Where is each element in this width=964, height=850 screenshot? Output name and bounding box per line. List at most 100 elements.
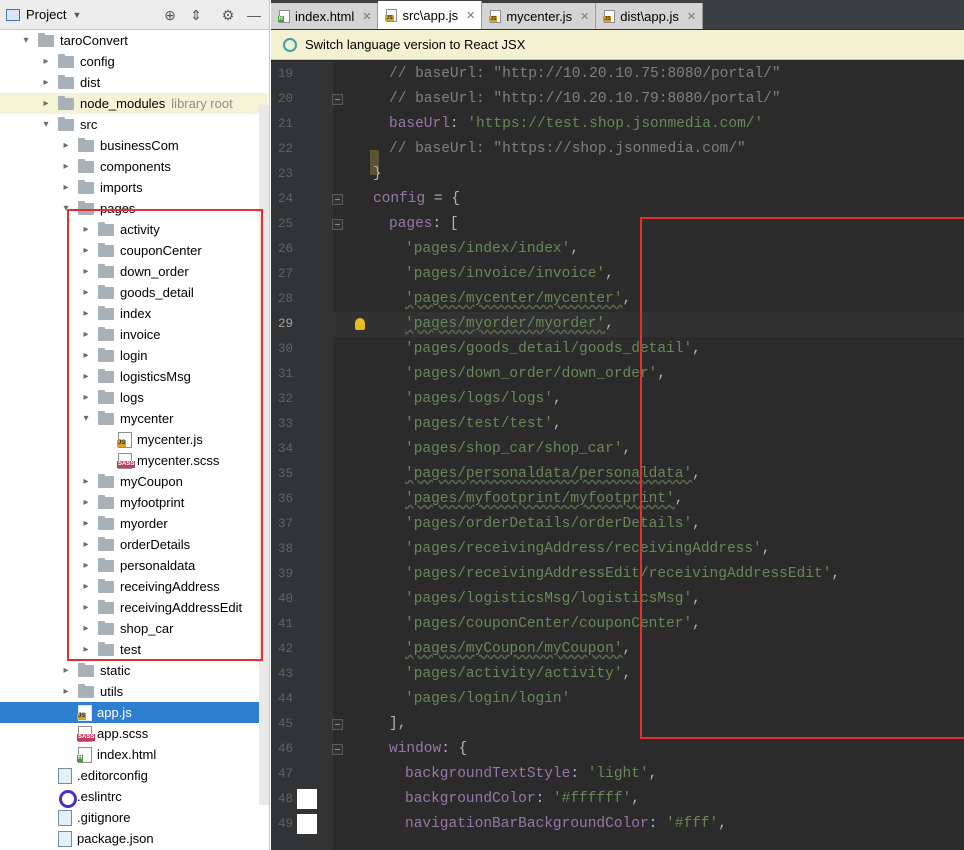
chevron-right-icon[interactable]: ▸ <box>40 56 52 67</box>
chevron-right-icon[interactable]: ▸ <box>60 686 72 697</box>
tree-file[interactable]: Hindex.html <box>0 744 268 765</box>
tree-folder[interactable]: ▸ invoice <box>0 324 268 345</box>
chevron-right-icon[interactable]: ▸ <box>80 560 92 571</box>
code-editor[interactable]: 19 // baseUrl: "http://10.20.10.75:8080/p… <box>271 62 964 850</box>
code-text[interactable]: 'pages/logisticsMsg/logisticsMsg', <box>405 587 701 612</box>
chevron-right-icon[interactable]: ▸ <box>80 224 92 235</box>
collapse-icon[interactable]: ⇕ <box>188 7 204 23</box>
chevron-right-icon[interactable]: ▸ <box>80 350 92 361</box>
editor-tab[interactable]: JS mycenter.js ✕ <box>482 3 597 29</box>
chevron-right-icon[interactable]: ▸ <box>40 77 52 88</box>
tree-folder[interactable]: ▸ shop_car <box>0 618 268 639</box>
chevron-right-icon[interactable]: ▸ <box>80 497 92 508</box>
chevron-right-icon[interactable]: ▸ <box>80 539 92 550</box>
tree-folder[interactable]: ▸ myCoupon <box>0 471 268 492</box>
editor-tab[interactable]: JS src\app.js ✕ <box>378 1 483 29</box>
tree-file[interactable]: SASS mycenter.scss <box>0 450 268 471</box>
code-text[interactable]: 'pages/receivingAddressEdit/receivingAdd… <box>405 562 840 587</box>
chevron-right-icon[interactable]: ▸ <box>80 518 92 529</box>
tree-folder[interactable]: ▾ mycenter <box>0 408 268 429</box>
code-text[interactable]: 'pages/myfootprint/myfootprint', <box>405 487 683 512</box>
code-text[interactable]: } <box>373 162 382 187</box>
tree-file[interactable]: SASS app.scss <box>0 723 268 744</box>
code-text[interactable]: backgroundColor: '#ffffff', <box>405 787 640 812</box>
code-text[interactable]: 'pages/goods_detail/goods_detail', <box>405 337 701 362</box>
code-text[interactable]: backgroundTextStyle: 'light', <box>405 762 657 787</box>
banner-text[interactable]: Switch language version to React JSX <box>305 37 525 52</box>
tree-folder[interactable]: ▸ login <box>0 345 268 366</box>
gear-icon[interactable]: ⚙ <box>220 7 236 23</box>
project-title[interactable]: Project <box>26 7 66 22</box>
tree-folder[interactable]: ▸ goods_detail <box>0 282 268 303</box>
tree-file[interactable]: package.json <box>0 828 268 849</box>
color-swatch-icon[interactable] <box>297 814 317 834</box>
chevron-right-icon[interactable]: ▸ <box>80 287 92 298</box>
close-icon[interactable]: ✕ <box>687 10 696 23</box>
editor-tab[interactable]: JS dist\app.js ✕ <box>596 3 704 29</box>
code-text[interactable]: config = { <box>373 187 460 212</box>
code-text[interactable]: 'pages/down_order/down_order', <box>405 362 666 387</box>
chevron-right-icon[interactable]: ▸ <box>80 266 92 277</box>
code-text[interactable]: 'pages/test/test', <box>405 412 562 437</box>
chevron-down-icon[interactable]: ▾ <box>80 413 92 424</box>
tree-folder[interactable]: ▸ receivingAddress <box>0 576 268 597</box>
code-text[interactable]: window: { <box>389 737 467 762</box>
chevron-right-icon[interactable]: ▸ <box>60 665 72 676</box>
chevron-right-icon[interactable]: ▸ <box>80 581 92 592</box>
tree-folder[interactable]: ▸ imports <box>0 177 268 198</box>
chevron-right-icon[interactable]: ▸ <box>80 308 92 319</box>
chevron-right-icon[interactable]: ▸ <box>80 371 92 382</box>
code-text[interactable]: // baseUrl: "http://10.20.10.79:8080/por… <box>389 87 781 112</box>
tree-file[interactable]: .editorconfig <box>0 765 268 786</box>
close-icon[interactable]: ✕ <box>362 10 371 23</box>
tree-file[interactable]: JS mycenter.js <box>0 429 268 450</box>
code-text[interactable]: navigationBarBackgroundColor: '#fff', <box>405 812 727 837</box>
chevron-right-icon[interactable]: ▸ <box>80 623 92 634</box>
tree-folder[interactable]: ▾ pages <box>0 198 268 219</box>
chevron-right-icon[interactable]: ▸ <box>80 602 92 613</box>
chevron-right-icon[interactable]: ▸ <box>80 644 92 655</box>
code-text[interactable]: pages: [ <box>389 212 459 237</box>
code-text[interactable]: 'pages/myorder/myorder', <box>405 312 614 337</box>
project-scrollbar[interactable] <box>259 105 269 805</box>
target-icon[interactable]: ⊕ <box>162 7 178 23</box>
tree-folder[interactable]: ▸ logisticsMsg <box>0 366 268 387</box>
chevron-down-icon[interactable]: ▾ <box>40 119 52 130</box>
tree-folder[interactable]: ▸ down_order <box>0 261 268 282</box>
tree-file[interactable]: JS app.js <box>0 702 268 723</box>
code-text[interactable]: 'pages/activity/activity', <box>405 662 631 687</box>
close-icon[interactable]: ✕ <box>580 10 589 23</box>
code-text[interactable]: 'pages/myCoupon/myCoupon', <box>405 637 631 662</box>
tree-folder[interactable]: ▾ src <box>0 114 268 135</box>
minimize-icon[interactable]: — <box>246 7 262 23</box>
fold-marker-icon[interactable] <box>332 719 343 730</box>
tree-folder[interactable]: ▸ dist <box>0 72 268 93</box>
color-swatch-icon[interactable] <box>297 789 317 809</box>
tree-folder[interactable]: ▸ components <box>0 156 268 177</box>
chevron-right-icon[interactable]: ▸ <box>40 98 52 109</box>
code-text[interactable]: 'pages/login/login' <box>405 687 570 712</box>
code-text[interactable]: 'pages/receivingAddress/receivingAddress… <box>405 537 770 562</box>
chevron-right-icon[interactable]: ▸ <box>60 161 72 172</box>
chevron-down-icon[interactable]: ▾ <box>60 203 72 214</box>
fold-marker-icon[interactable] <box>332 194 343 205</box>
chevron-down-icon[interactable]: ▾ <box>20 35 32 46</box>
language-banner[interactable]: Switch language version to React JSX <box>271 30 964 60</box>
chevron-right-icon[interactable]: ▸ <box>80 245 92 256</box>
code-text[interactable]: // baseUrl: "https://shop.jsonmedia.com/… <box>389 137 746 162</box>
editor-tab[interactable]: Hindex.html ✕ <box>271 3 379 29</box>
chevron-right-icon[interactable]: ▸ <box>80 476 92 487</box>
code-text[interactable]: 'pages/couponCenter/couponCenter', <box>405 612 701 637</box>
tree-folder[interactable]: ▸ static <box>0 660 268 681</box>
code-text[interactable]: 'pages/index/index', <box>405 237 579 262</box>
code-text[interactable]: 'pages/invoice/invoice', <box>405 262 614 287</box>
tree-folder[interactable]: ▸ logs <box>0 387 268 408</box>
code-text[interactable]: 'pages/logs/logs', <box>405 387 562 412</box>
chevron-right-icon[interactable]: ▸ <box>80 392 92 403</box>
tree-folder[interactable]: ▸ personaldata <box>0 555 268 576</box>
fold-marker-icon[interactable] <box>332 744 343 755</box>
tree-folder[interactable]: ▸ node_modules library root <box>0 93 268 114</box>
chevron-right-icon[interactable]: ▸ <box>60 140 72 151</box>
tree-folder[interactable]: ▸ businessCom <box>0 135 268 156</box>
tree-file[interactable]: .eslintrc <box>0 786 268 808</box>
